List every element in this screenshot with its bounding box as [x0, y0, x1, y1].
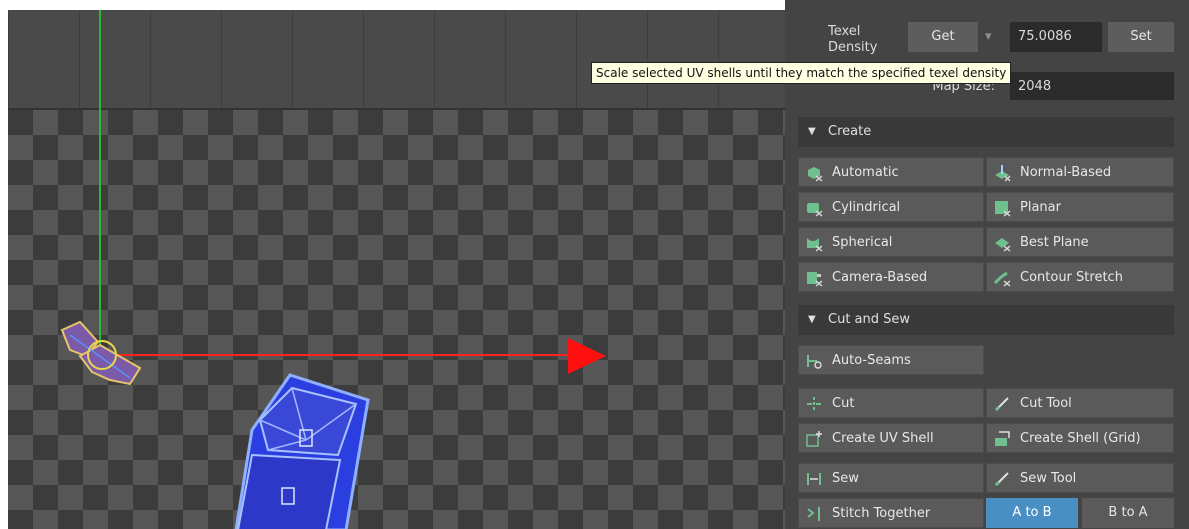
texel-label-line1: Texel	[828, 24, 861, 39]
create-uv-shell-label: Create UV Shell	[832, 431, 934, 446]
create-section-title: Create	[828, 124, 872, 139]
a-to-b-button[interactable]: A to B	[986, 498, 1078, 528]
cut-tool-label: Cut Tool	[1020, 396, 1072, 411]
automatic-button[interactable]: Automatic	[798, 157, 984, 187]
get-button[interactable]: Get	[908, 22, 978, 52]
cylindrical-icon	[807, 203, 823, 217]
texel-dropdown-icon[interactable]: ▾	[985, 22, 992, 52]
best-plane-label: Best Plane	[1020, 235, 1089, 250]
cut-icon	[807, 397, 821, 411]
texel-density-field[interactable]: 75.0086	[1010, 22, 1102, 52]
cut-label: Cut	[832, 396, 855, 411]
collapse-triangle-icon: ▼	[808, 126, 816, 137]
create-shell-grid-button[interactable]: Create Shell (Grid)	[986, 423, 1174, 453]
cut-button[interactable]: Cut	[798, 388, 984, 418]
create-section-header[interactable]: ▼ Create	[798, 117, 1174, 147]
automatic-icon	[808, 167, 823, 182]
set-button[interactable]: Set	[1108, 22, 1174, 52]
cylindrical-label: Cylindrical	[832, 200, 901, 215]
cut-and-sew-section-header[interactable]: ▼ Cut and Sew	[798, 305, 1174, 335]
spherical-icon	[807, 238, 823, 252]
cube-uv-shell[interactable]	[234, 373, 370, 529]
automatic-label: Automatic	[832, 165, 899, 180]
auto-seams-button[interactable]: Auto-Seams	[798, 345, 984, 375]
contour-stretch-label: Contour Stretch	[1020, 270, 1123, 285]
map-size-field[interactable]: 2048	[1010, 72, 1174, 100]
auto-seams-icon	[807, 355, 822, 369]
b-to-a-button[interactable]: B to A	[1082, 498, 1174, 528]
x-axis-arrow-icon[interactable]	[568, 338, 606, 374]
contour-stretch-button[interactable]: Contour Stretch	[986, 262, 1174, 292]
texel-density-tooltip: Scale selected UV shells until they matc…	[591, 62, 1012, 84]
camera-based-icon	[807, 272, 823, 287]
create-shell-grid-icon	[995, 431, 1010, 446]
texel-label-line2: Density	[828, 40, 878, 55]
planar-button[interactable]: Planar	[986, 192, 1174, 222]
sew-label: Sew	[832, 471, 859, 486]
contour-stretch-icon	[993, 271, 1011, 287]
cut-tool-icon	[994, 397, 1009, 412]
sew-tool-icon	[994, 472, 1009, 487]
normal-based-icon	[995, 165, 1011, 182]
planar-label: Planar	[1020, 200, 1061, 215]
cylindrical-button[interactable]: Cylindrical	[798, 192, 984, 222]
create-uv-shell-icon	[806, 431, 822, 447]
normal-based-label: Normal-Based	[1020, 165, 1112, 180]
auto-seams-label: Auto-Seams	[832, 353, 911, 368]
sew-icon	[807, 473, 821, 485]
planar-icon	[995, 201, 1011, 217]
spherical-label: Spherical	[832, 235, 893, 250]
create-shell-grid-label: Create Shell (Grid)	[1020, 431, 1141, 446]
collapse-triangle-icon: ▼	[808, 314, 816, 325]
cut-tool-button[interactable]: Cut Tool	[986, 388, 1174, 418]
create-uv-shell-button[interactable]: Create UV Shell	[798, 423, 984, 453]
spherical-button[interactable]: Spherical	[798, 227, 984, 257]
sew-tool-button[interactable]: Sew Tool	[986, 463, 1174, 493]
stitch-together-icon	[807, 507, 820, 521]
normal-based-button[interactable]: Normal-Based	[986, 157, 1174, 187]
best-plane-icon	[995, 238, 1011, 252]
texel-density-label: Texel Density	[828, 24, 877, 56]
sew-tool-label: Sew Tool	[1020, 471, 1077, 486]
stitch-together-label: Stitch Together	[832, 506, 931, 521]
stitch-together-button[interactable]: Stitch Together	[798, 498, 984, 528]
cut-and-sew-title: Cut and Sew	[828, 312, 911, 327]
camera-based-label: Camera-Based	[832, 270, 928, 285]
sew-button[interactable]: Sew	[798, 463, 984, 493]
camera-based-button[interactable]: Camera-Based	[798, 262, 984, 292]
best-plane-button[interactable]: Best Plane	[986, 227, 1174, 257]
